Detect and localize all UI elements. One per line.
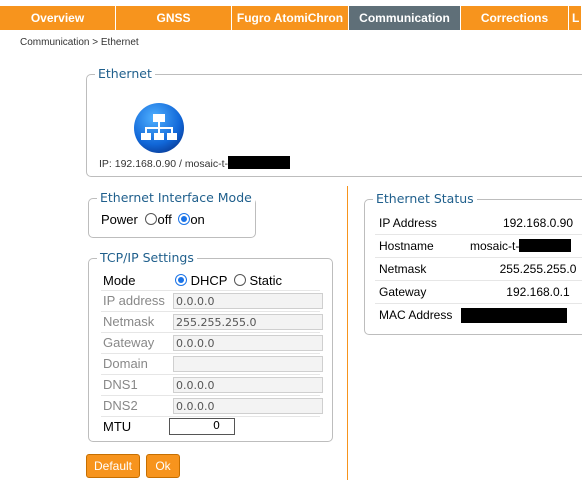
tcpip-panel: TCP/IP Settings Mode DHCP Static IP addr… <box>88 250 333 442</box>
status-gateway-value: 192.168.0.1 <box>506 285 570 299</box>
gateway-label: Gateway <box>103 335 155 350</box>
domain-row: Domain <box>101 354 323 375</box>
dns2-row: DNS2 0.0.0.0 <box>101 396 323 417</box>
mtu-label: MTU <box>103 419 132 434</box>
tab-communication[interactable]: Communication <box>349 6 461 30</box>
tab-fugro-atomichron[interactable]: Fugro AtomiChron <box>232 6 349 30</box>
power-row: Power off on <box>101 212 205 227</box>
interface-mode-legend: Ethernet Interface Mode <box>97 190 255 205</box>
mtu-row: MTU 0 <box>101 417 320 437</box>
status-mac-row: MAC Address <box>375 304 582 327</box>
gateway-field[interactable]: 0.0.0.0 <box>173 335 323 351</box>
power-on-radio[interactable] <box>178 213 191 225</box>
static-label: Static <box>249 273 282 288</box>
status-hostname-value: mosaic-t- <box>470 239 520 253</box>
mode-row: Mode DHCP Static <box>101 271 320 291</box>
top-tab-bar: Overview GNSS Fugro AtomiChron Communica… <box>0 0 582 31</box>
breadcrumb: Communication > Ethernet <box>20 37 139 48</box>
status-ip-label: IP Address <box>379 216 437 230</box>
tab-corrections[interactable]: Corrections <box>461 6 569 30</box>
ok-button[interactable]: Ok <box>146 454 180 478</box>
status-hostname-value-wrap: mosaic-t- <box>470 239 572 253</box>
status-legend: Ethernet Status <box>373 191 477 206</box>
ethernet-ip-text: IP: 192.168.0.90 / mosaic-t- <box>99 156 290 170</box>
status-gateway-label: Gateway <box>379 285 427 299</box>
ip-label: IP address <box>103 293 165 308</box>
status-panel: Ethernet Status IP Address 192.168.0.90 … <box>364 191 582 335</box>
dhcp-radio[interactable] <box>175 274 187 286</box>
mtu-field[interactable]: 0 <box>169 418 235 435</box>
domain-label: Domain <box>103 356 148 371</box>
network-icon[interactable] <box>133 102 185 154</box>
dhcp-label: DHCP <box>190 273 228 288</box>
netmask-field[interactable]: 255.255.255.0 <box>173 314 323 330</box>
dns2-label: DNS2 <box>103 398 138 413</box>
netmask-label: Netmask <box>103 314 155 329</box>
ethernet-ip-label: IP: 192.168.0.90 / mosaic-t- <box>99 158 228 170</box>
default-button[interactable]: Default <box>86 454 140 478</box>
power-off-label: off <box>157 212 172 227</box>
dns1-field[interactable]: 0.0.0.0 <box>173 377 323 393</box>
ethernet-legend: Ethernet <box>95 66 155 81</box>
tcpip-legend: TCP/IP Settings <box>97 250 197 265</box>
status-netmask-value: 255.255.255.0 <box>499 262 577 276</box>
power-label: Power <box>101 212 138 227</box>
status-netmask-label: Netmask <box>379 262 427 276</box>
domain-field[interactable] <box>173 356 323 372</box>
dns1-label: DNS1 <box>103 377 138 392</box>
redacted-box <box>519 239 572 252</box>
mode-label: Mode <box>103 273 136 288</box>
dns2-field[interactable]: 0.0.0.0 <box>173 398 323 414</box>
status-mac-label: MAC Address <box>379 308 453 322</box>
status-netmask-row: Netmask 255.255.255.0 <box>375 258 582 281</box>
netmask-row: Netmask 255.255.255.0 <box>101 312 323 333</box>
status-gateway-row: Gateway 192.168.0.1 <box>375 281 582 304</box>
status-hostname-row: Hostname mosaic-t- <box>375 235 582 258</box>
power-off-radio[interactable] <box>145 213 158 225</box>
interface-mode-panel: Ethernet Interface Mode Power off on <box>88 190 256 238</box>
tab-overview[interactable]: Overview <box>0 6 116 30</box>
mode-options: DHCP Static <box>175 273 282 288</box>
ip-row: IP address 0.0.0.0 <box>101 291 323 312</box>
tab-gnss[interactable]: GNSS <box>116 6 232 30</box>
status-ip-row: IP Address 192.168.0.90 <box>375 212 582 235</box>
dns1-row: DNS1 0.0.0.0 <box>101 375 323 396</box>
status-ip-value: 192.168.0.90 <box>502 216 574 230</box>
ethernet-panel: Ethernet IP: 192.168.0.90 / mosaic-t- <box>86 66 582 177</box>
tab-partial[interactable]: L <box>569 6 582 30</box>
static-radio[interactable] <box>233 274 246 286</box>
ip-field[interactable]: 0.0.0.0 <box>173 293 323 309</box>
power-on-label: on <box>190 212 205 227</box>
status-hostname-label: Hostname <box>379 239 434 253</box>
column-divider <box>347 186 348 480</box>
redacted-box <box>461 308 567 323</box>
gateway-row: Gateway 0.0.0.0 <box>101 333 323 354</box>
redacted-box <box>227 156 290 169</box>
